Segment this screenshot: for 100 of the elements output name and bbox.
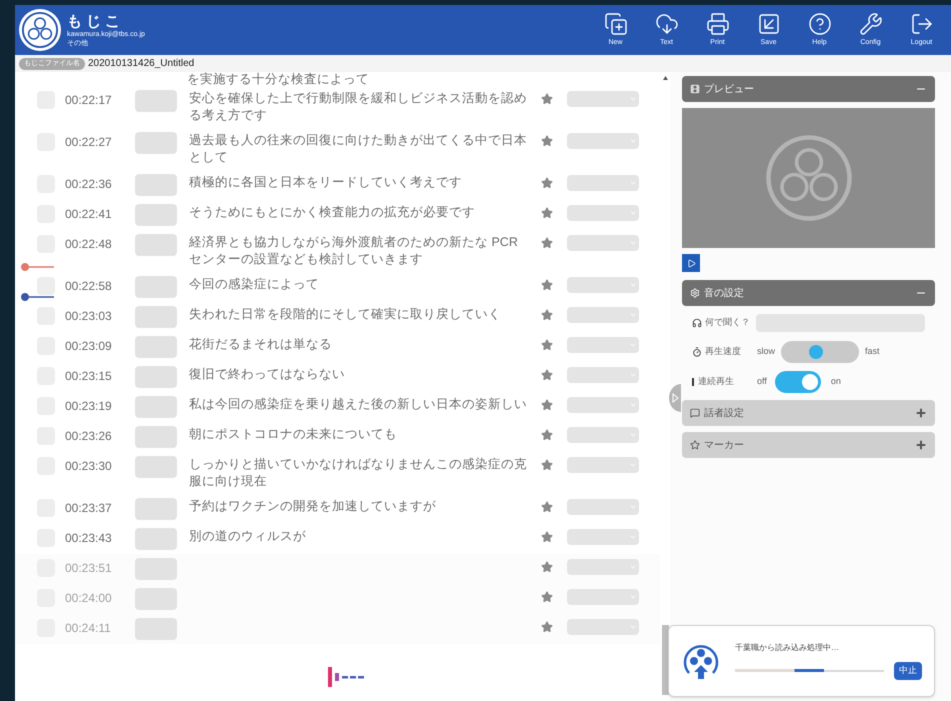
transcript-text[interactable]: 積極的に各国と日本をリードしていく考えです bbox=[189, 174, 529, 191]
speaker-field[interactable] bbox=[135, 276, 177, 298]
tag-select[interactable] bbox=[567, 205, 639, 221]
transcript-text[interactable]: 過去最も人の往来の回復に向けた動きが出てくる中で日本として bbox=[189, 132, 529, 166]
tag-select[interactable] bbox=[567, 133, 639, 149]
tag-select[interactable] bbox=[567, 367, 639, 383]
expand-icon[interactable] bbox=[915, 407, 927, 419]
star-icon[interactable] bbox=[541, 399, 553, 411]
tag-select[interactable] bbox=[567, 397, 639, 413]
transcript-text[interactable]: 私は今回の感染症を乗り越えた後の新しい日本の姿新しい bbox=[189, 396, 529, 413]
expand-icon[interactable] bbox=[915, 439, 927, 451]
timestamp[interactable]: 00:23:43 bbox=[65, 528, 127, 548]
tag-select[interactable] bbox=[567, 499, 639, 515]
speaker-field[interactable] bbox=[135, 396, 177, 418]
panel-header[interactable]: マーカー bbox=[682, 432, 935, 458]
speaker-field[interactable] bbox=[135, 456, 177, 478]
transcript-text[interactable]: 花街だるまそれは単なる bbox=[189, 336, 529, 353]
star-icon[interactable] bbox=[541, 93, 553, 105]
speaker-field[interactable] bbox=[135, 498, 177, 520]
transcript-text[interactable]: 経済界とも協力しながら海外渡航者のための新たな PCR センターの設置なども検討していきます bbox=[189, 234, 529, 268]
star-icon[interactable] bbox=[541, 207, 553, 219]
transcript-text[interactable]: そうためにもとにかく検査能力の拡充が必要です bbox=[189, 204, 529, 221]
tag-select[interactable] bbox=[567, 91, 639, 107]
speaker-field[interactable] bbox=[135, 306, 177, 328]
star-icon[interactable] bbox=[541, 561, 553, 573]
app-title: もじこ bbox=[67, 12, 125, 30]
caret-icon bbox=[629, 209, 637, 217]
transcript-text[interactable]: を実施する十分な検査によって bbox=[187, 72, 660, 86]
timestamp[interactable]: 00:22:58 bbox=[65, 276, 127, 296]
tag-select[interactable] bbox=[567, 589, 639, 605]
transcript-text[interactable]: 今回の感染症によって bbox=[189, 276, 529, 293]
tag-select[interactable] bbox=[567, 619, 639, 635]
star-icon[interactable] bbox=[541, 501, 553, 513]
timestamp[interactable]: 00:22:48 bbox=[65, 234, 127, 254]
timestamp[interactable]: 00:23:37 bbox=[65, 498, 127, 518]
tag-select[interactable] bbox=[567, 175, 639, 191]
timestamp[interactable]: 00:22:41 bbox=[65, 204, 127, 224]
continuous-toggle[interactable] bbox=[774, 371, 821, 393]
star-icon[interactable] bbox=[541, 591, 553, 603]
speaker-field[interactable] bbox=[135, 588, 177, 610]
speaker-field[interactable] bbox=[135, 204, 177, 226]
panel-header[interactable]: 音の設定 bbox=[682, 280, 935, 306]
speaker-field[interactable] bbox=[135, 90, 177, 112]
transcript-text[interactable]: 安心を確保した上で行動制限を緩和しビジネス活動を認める考え方です bbox=[189, 90, 529, 124]
star-icon[interactable] bbox=[541, 369, 553, 381]
cancel-button[interactable]: 中止 bbox=[894, 662, 922, 680]
speaker-field[interactable] bbox=[135, 618, 177, 640]
transcript-text[interactable]: 復旧で終わってはならない bbox=[189, 366, 529, 383]
transcript-text[interactable]: しっかりと描いていかなければなりませんこの感染症の克服に向け現在 bbox=[189, 456, 529, 490]
timestamp[interactable]: 00:23:19 bbox=[65, 396, 127, 416]
tag-select[interactable] bbox=[567, 529, 639, 545]
marker-pin-icon[interactable] bbox=[20, 292, 54, 302]
speaker-field[interactable] bbox=[135, 528, 177, 550]
collapse-tab-icon[interactable] bbox=[669, 384, 681, 412]
tag-select[interactable] bbox=[567, 427, 639, 443]
transcript-text[interactable]: 失われた日常を段階的にそして確実に取り戻していく bbox=[189, 306, 529, 323]
speed-slider[interactable] bbox=[781, 341, 860, 363]
marker-pin-icon[interactable] bbox=[20, 262, 54, 272]
panel-header[interactable]: 話者設定 bbox=[682, 400, 935, 426]
speaker-field[interactable] bbox=[135, 336, 177, 358]
star-icon[interactable] bbox=[541, 177, 553, 189]
speaker-field[interactable] bbox=[135, 366, 177, 388]
play-pause-button[interactable] bbox=[682, 254, 700, 272]
star-icon[interactable] bbox=[541, 309, 553, 321]
speaker-field[interactable] bbox=[135, 558, 177, 580]
star-icon[interactable] bbox=[541, 135, 553, 147]
scroll-up-icon[interactable] bbox=[662, 76, 668, 80]
timestamp[interactable]: 00:23:26 bbox=[65, 426, 127, 446]
timestamp[interactable]: 00:23:09 bbox=[65, 336, 127, 356]
tag-select[interactable] bbox=[567, 337, 639, 353]
slider-thumb[interactable] bbox=[809, 345, 824, 359]
tag-select[interactable] bbox=[567, 235, 639, 251]
star-icon[interactable] bbox=[541, 339, 553, 351]
star-icon[interactable] bbox=[541, 429, 553, 441]
timestamp[interactable]: 00:22:27 bbox=[65, 132, 127, 152]
timestamp[interactable]: 00:22:17 bbox=[65, 90, 127, 110]
transcript-text[interactable]: 予約はワクチンの開発を加速していますが bbox=[189, 498, 529, 515]
tag-select[interactable] bbox=[567, 307, 639, 323]
timestamp[interactable]: 00:23:30 bbox=[65, 456, 127, 476]
timestamp[interactable]: 00:22:36 bbox=[65, 174, 127, 194]
tag-select[interactable] bbox=[567, 457, 639, 473]
panel-header[interactable]: プレビュー bbox=[682, 76, 935, 102]
transcript-text[interactable]: 朝にポストコロナの未来についても bbox=[189, 426, 529, 443]
speaker-field[interactable] bbox=[135, 426, 177, 448]
speaker-field[interactable] bbox=[135, 132, 177, 154]
tag-select[interactable] bbox=[567, 559, 639, 575]
transcript-text[interactable]: 別の道のウィルスが bbox=[189, 528, 529, 545]
caret-icon bbox=[629, 593, 637, 601]
star-icon[interactable] bbox=[541, 531, 553, 543]
star-icon[interactable] bbox=[541, 459, 553, 471]
timestamp[interactable]: 00:23:03 bbox=[65, 306, 127, 326]
star-icon[interactable] bbox=[541, 279, 553, 291]
speaker-field[interactable] bbox=[135, 174, 177, 196]
star-icon[interactable] bbox=[541, 621, 553, 633]
star-icon[interactable] bbox=[541, 237, 553, 249]
tag-select[interactable] bbox=[567, 277, 639, 293]
row-handle[interactable] bbox=[37, 277, 55, 295]
scrollbar-thumb[interactable] bbox=[662, 625, 668, 695]
timestamp[interactable]: 00:23:15 bbox=[65, 366, 127, 386]
speaker-field[interactable] bbox=[135, 234, 177, 256]
